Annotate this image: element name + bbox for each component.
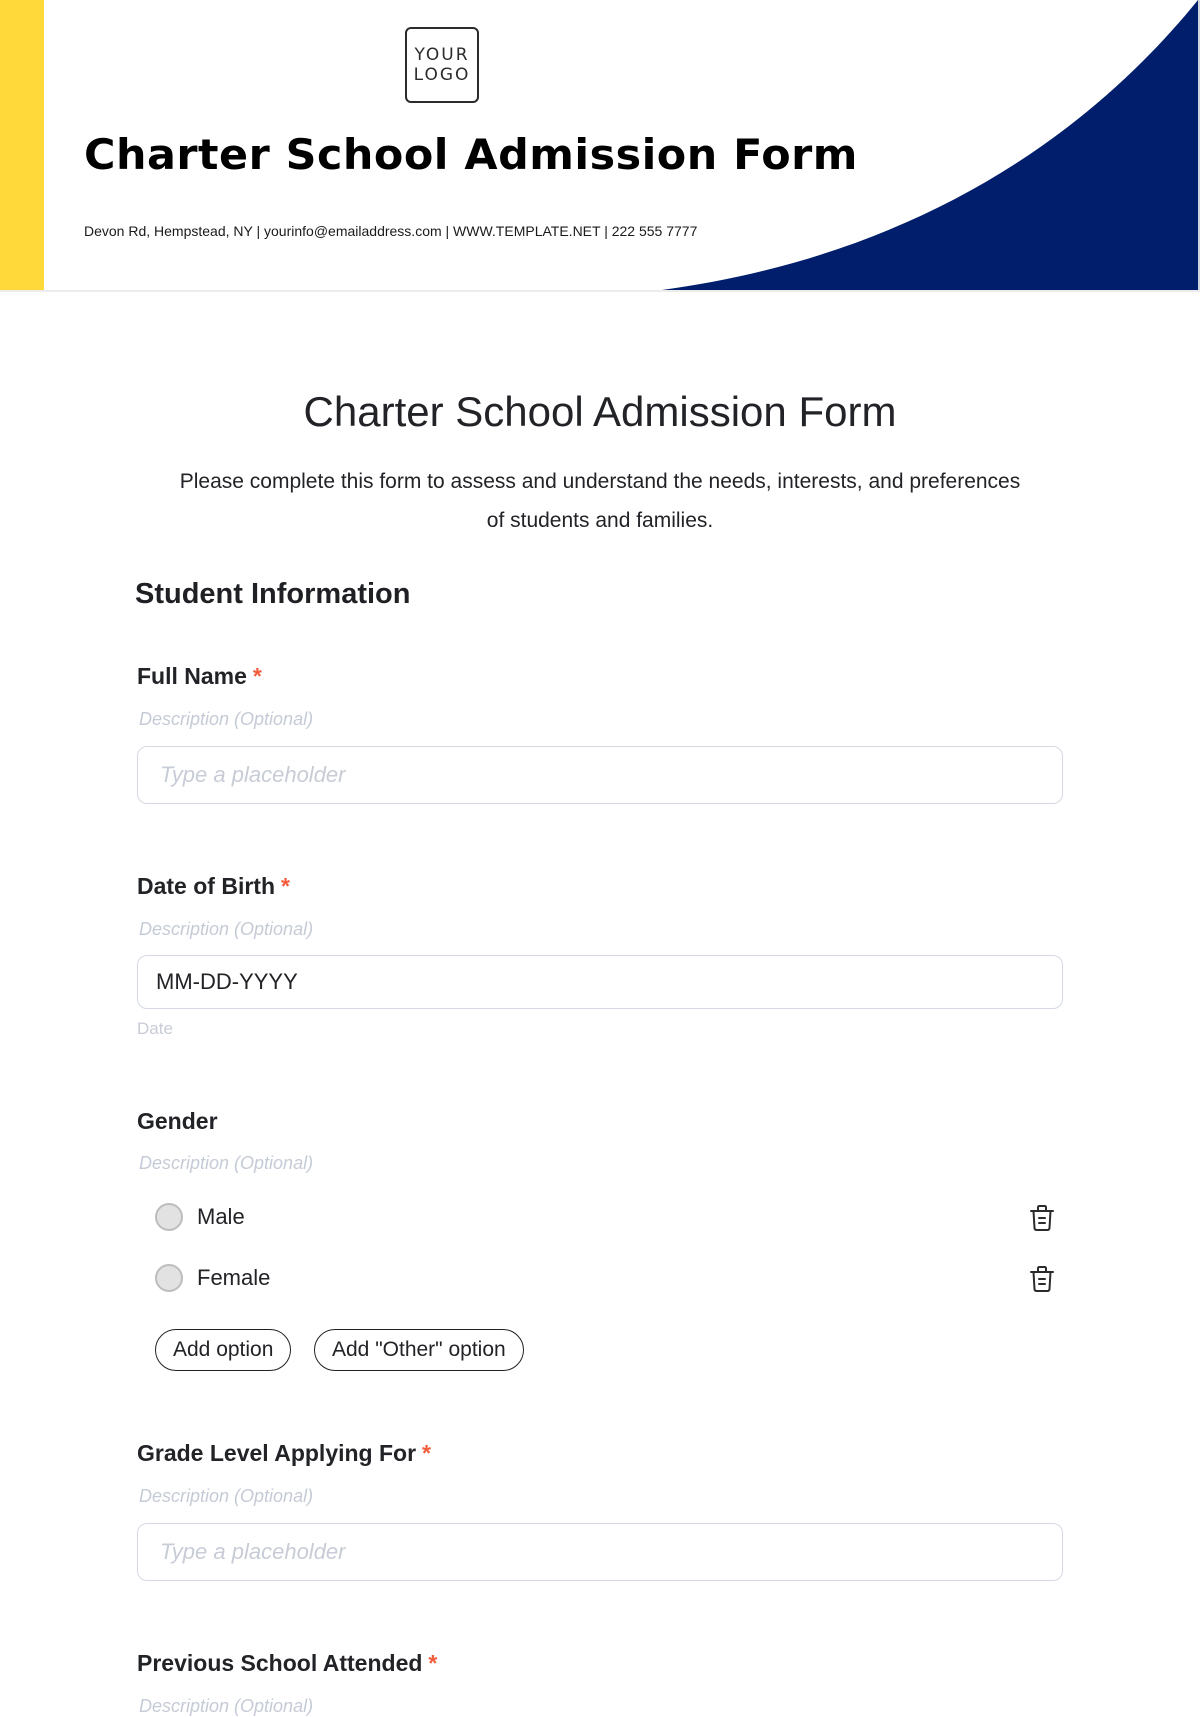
trash-icon[interactable] [1029, 1204, 1055, 1232]
question-description-grade-level[interactable]: Description (Optional) [139, 1486, 313, 1507]
radio-option-label: Female [197, 1265, 271, 1290]
question-label-text: Gender [137, 1108, 218, 1134]
question-label-grade-level: Grade Level Applying For * [137, 1440, 431, 1467]
date-helper-text: Date [137, 1019, 173, 1038]
section-title-student-information: Student Information [135, 578, 411, 610]
required-asterisk: * [281, 873, 290, 899]
header-title: Charter School Admission Form [84, 130, 858, 179]
question-label-date-of-birth: Date of Birth * [137, 873, 290, 900]
radio-button[interactable] [155, 1203, 183, 1231]
form-title: Charter School Admission Form [303, 388, 897, 435]
logo-line-1: YOUR [414, 45, 470, 65]
radio-option-female[interactable]: Female [155, 1261, 1055, 1295]
required-asterisk: * [252, 663, 262, 689]
radio-option-label: Male [197, 1204, 245, 1229]
logo-line-2: LOGO [413, 65, 471, 85]
header-contact-info: Devon Rd, Hempstead, NY | yourinfo@email… [84, 223, 698, 239]
radio-button[interactable] [155, 1264, 183, 1292]
question-description-full-name[interactable]: Description (Optional) [139, 709, 313, 730]
question-label-previous-school: Previous School Attended * [137, 1650, 437, 1677]
question-label-text: Full Name [137, 663, 247, 689]
add-option-button[interactable]: Add option [155, 1329, 292, 1371]
question-description-date-of-birth[interactable]: Description (Optional) [139, 919, 313, 940]
question-label-text: Grade Level Applying For [137, 1440, 417, 1466]
question-description-gender[interactable]: Description (Optional) [139, 1153, 313, 1174]
add-other-option-button[interactable]: Add "Other" option [314, 1329, 524, 1371]
question-label-gender: Gender [137, 1108, 218, 1135]
form-description: Please complete this form to assess and … [179, 470, 1021, 532]
question-label-text: Previous School Attended [137, 1650, 423, 1676]
full-name-input[interactable] [137, 746, 1063, 804]
trash-icon[interactable] [1029, 1265, 1055, 1293]
radio-option-male[interactable]: Male [155, 1200, 1055, 1234]
header-yellow-bar [0, 0, 44, 290]
logo-placeholder: YOUR LOGO [405, 27, 479, 103]
question-label-full-name: Full Name * [137, 663, 262, 690]
required-asterisk: * [422, 1440, 431, 1466]
date-of-birth-input[interactable] [137, 955, 1063, 1009]
question-description-previous-school[interactable]: Description (Optional) [139, 1696, 313, 1717]
question-label-text: Date of Birth [137, 873, 275, 899]
document-header: YOUR LOGO Charter School Admission Form … [0, 0, 1200, 292]
required-asterisk: * [428, 1650, 438, 1676]
grade-level-input[interactable] [137, 1523, 1063, 1581]
